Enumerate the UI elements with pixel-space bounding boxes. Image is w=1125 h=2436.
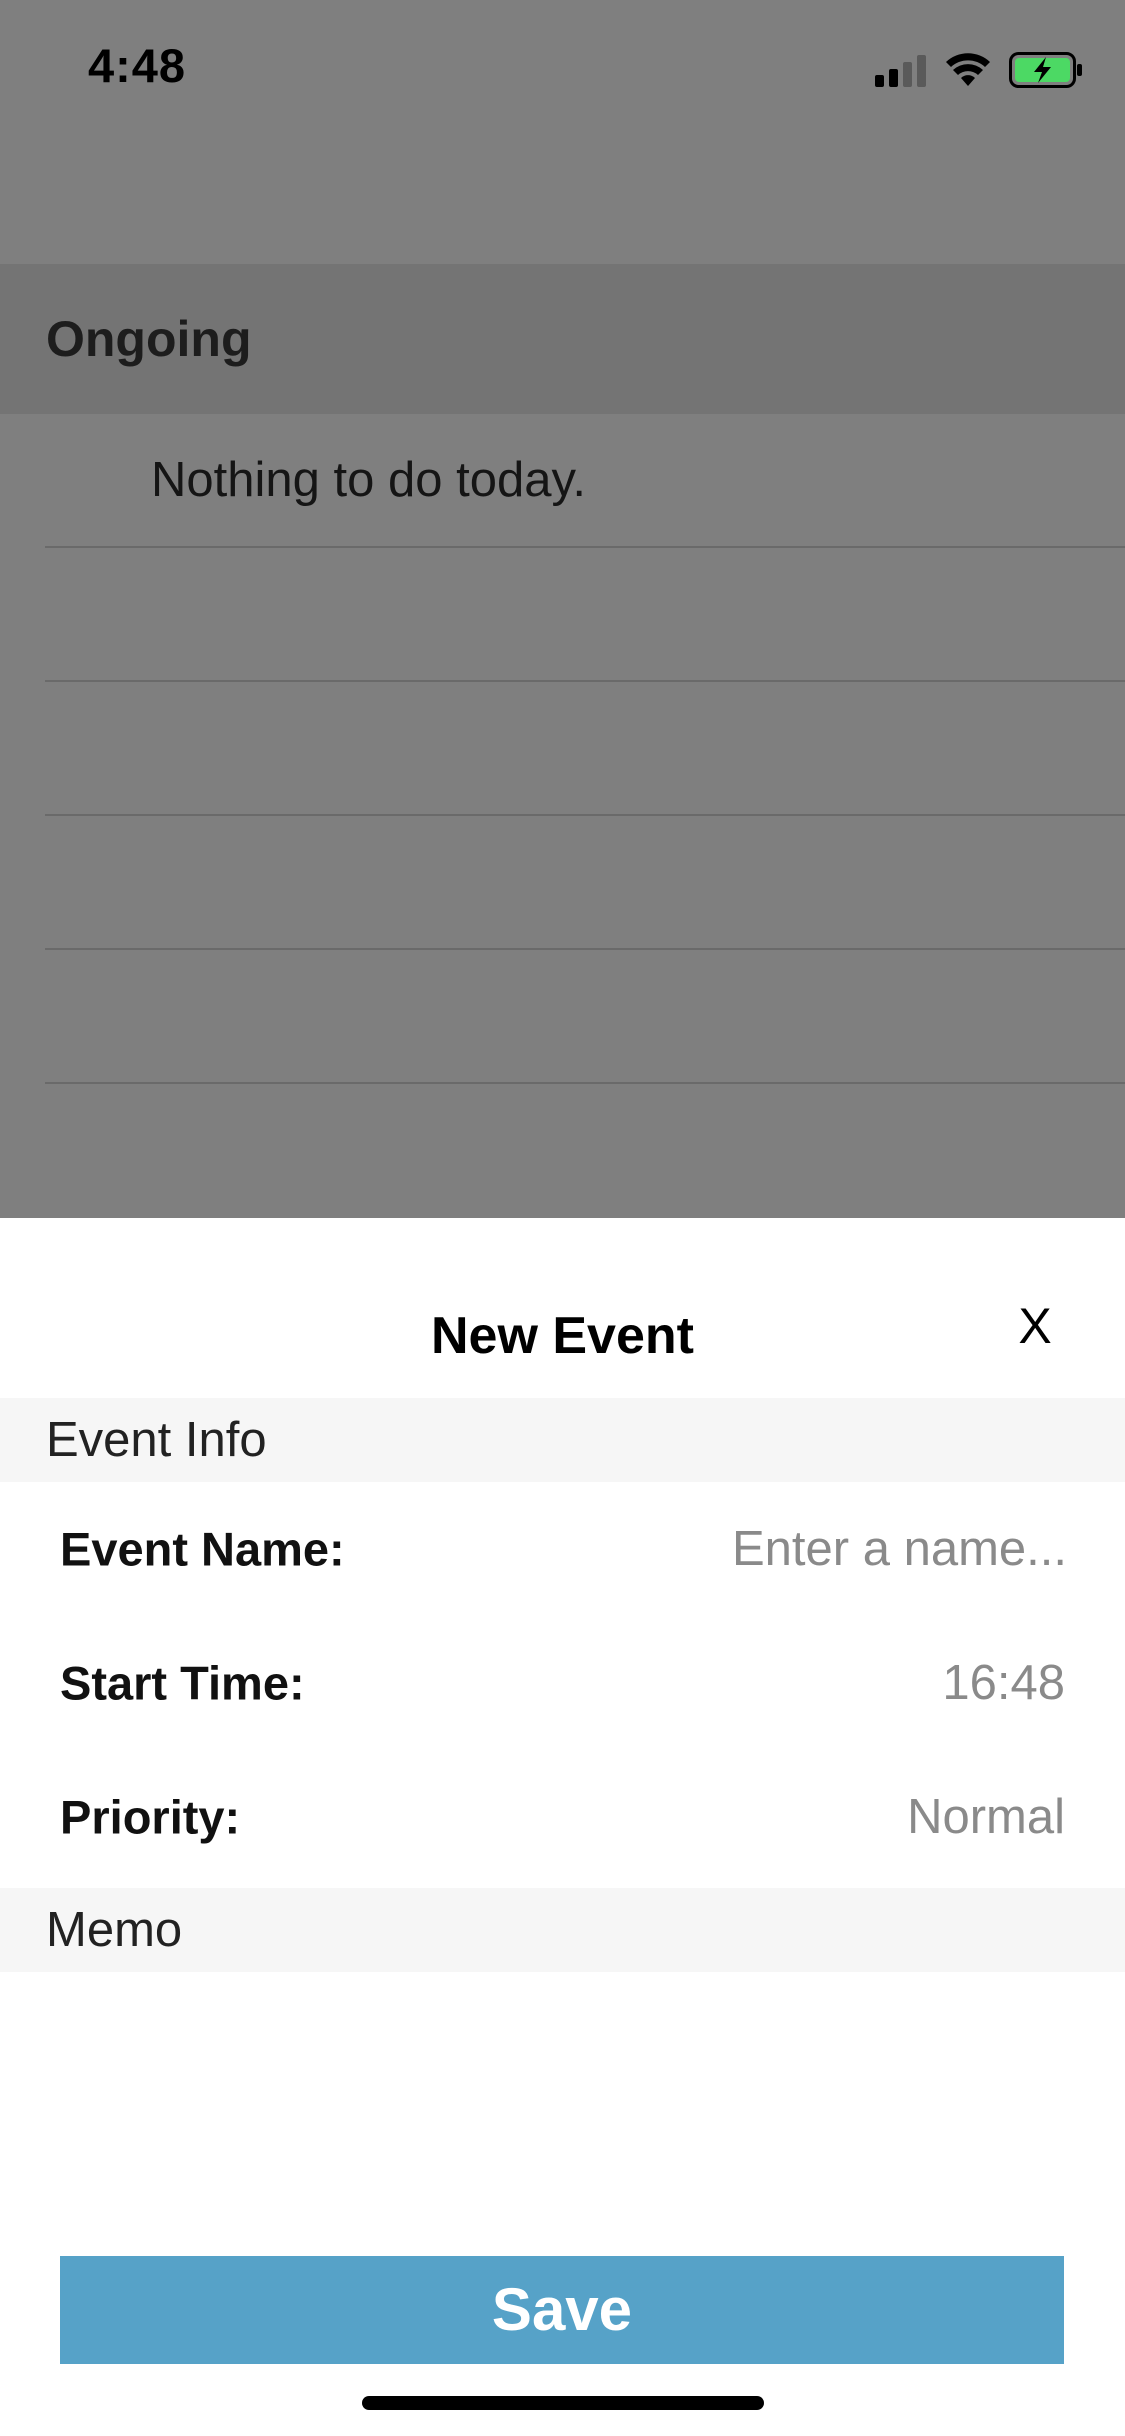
new-event-sheet: New Event X Event Info Event Name: Start… (0, 1218, 1125, 2436)
memo-header-label: Memo (46, 1903, 183, 1957)
section-title: Ongoing (46, 311, 252, 367)
event-list: Nothing to do today. (0, 414, 1125, 1084)
priority-row[interactable]: Priority: Normal (0, 1750, 1125, 1884)
priority-label: Priority: (60, 1790, 241, 1844)
status-bar: 4:48 (0, 0, 1125, 132)
start-time-row[interactable]: Start Time: 16:48 (0, 1616, 1125, 1750)
memo-field[interactable] (0, 1972, 1125, 2232)
start-time-value[interactable]: 16:48 (942, 1655, 1065, 1711)
list-item: Nothing to do today. (45, 414, 1125, 548)
empty-message: Nothing to do today. (151, 453, 586, 507)
status-icons (875, 50, 1083, 90)
list-item (45, 816, 1125, 950)
close-button[interactable]: X (1005, 1296, 1065, 1356)
memo-header: Memo (0, 1888, 1125, 1972)
sheet-title: New Event (431, 1307, 694, 1365)
event-info-header-label: Event Info (46, 1413, 267, 1467)
list-item (45, 682, 1125, 816)
save-button[interactable]: Save (60, 2256, 1064, 2364)
wifi-icon (945, 53, 991, 87)
priority-value[interactable]: Normal (907, 1789, 1065, 1845)
cellular-signal-icon (875, 53, 927, 87)
event-name-input[interactable] (545, 1520, 1069, 1578)
list-item (45, 950, 1125, 1084)
background-screen: 4:48 Ongoing Nothing to do today. (0, 0, 1125, 1218)
event-info-header: Event Info (0, 1398, 1125, 1482)
ongoing-section-header: Ongoing (0, 264, 1125, 414)
event-name-row: Event Name: (0, 1482, 1125, 1616)
battery-charging-icon (1009, 52, 1083, 88)
event-name-label: Event Name: (60, 1522, 345, 1576)
status-time: 4:48 (88, 39, 187, 92)
start-time-label: Start Time: (60, 1656, 305, 1710)
list-item (45, 548, 1125, 682)
home-indicator (362, 2396, 764, 2410)
